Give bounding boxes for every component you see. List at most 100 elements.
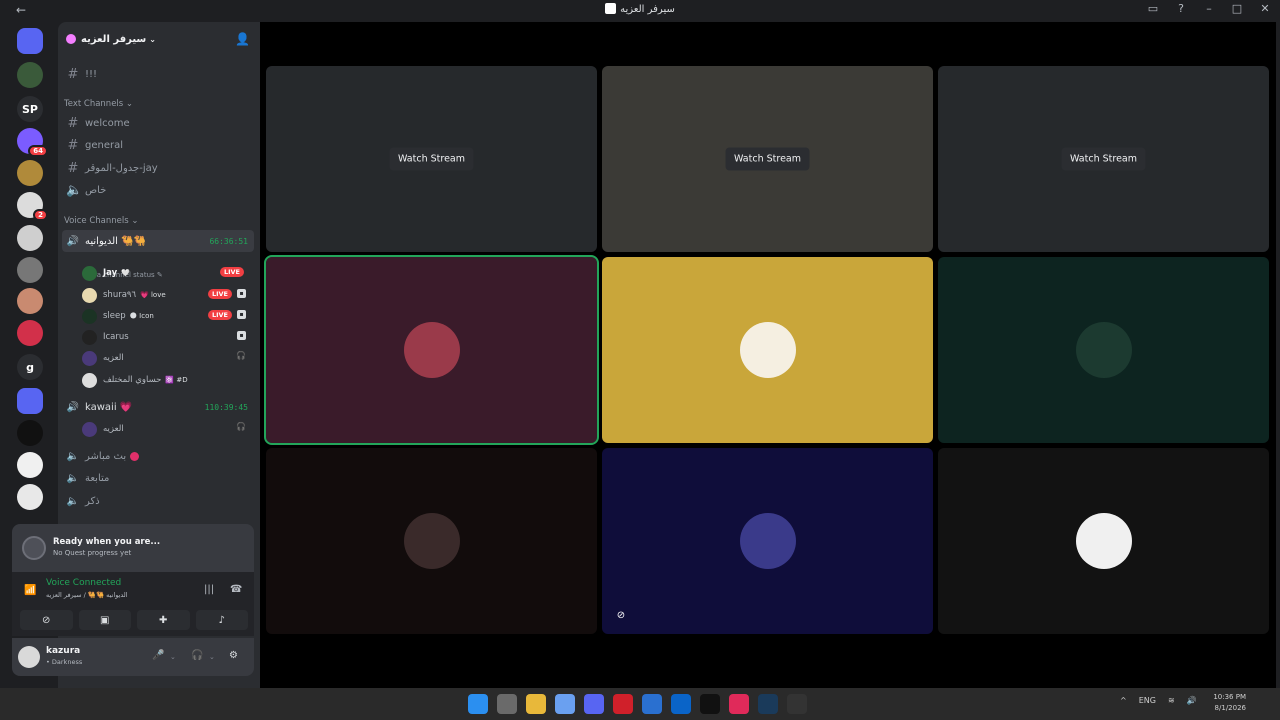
voice-channel-kawaii[interactable]: 🔊 kawaii 💗 110:39:45 <box>62 397 254 417</box>
server-icon[interactable]: 2 <box>17 192 48 221</box>
quest-icon <box>22 536 46 560</box>
voice-category[interactable]: Voice Channels ⌄ <box>64 216 138 226</box>
camera-icon: ▪ <box>237 289 246 298</box>
live-dot <box>130 451 140 461</box>
server-icon[interactable] <box>17 257 43 283</box>
opera-icon[interactable] <box>613 694 633 714</box>
clock[interactable]: 10:36 PM 8/1/2026 <box>1213 692 1246 714</box>
volume-icon[interactable]: 🔊 <box>1187 696 1197 705</box>
disconnect-icon[interactable]: ☎ <box>230 584 242 595</box>
server-icon[interactable] <box>17 320 43 346</box>
epic-games-icon[interactable] <box>700 694 720 714</box>
voice-member[interactable]: sleep 🌑 Icon LIVE ▪ <box>82 306 252 326</box>
discord-app-icon[interactable] <box>584 694 604 714</box>
server-icon[interactable]: SP <box>17 96 43 122</box>
channel-private[interactable]: 🔈 خاص <box>62 180 254 200</box>
participant-tile[interactable] <box>266 448 597 634</box>
tiktok-icon[interactable] <box>729 694 749 714</box>
voice-member[interactable]: العزيه 🎧 <box>82 419 252 439</box>
maximize-button[interactable]: □ <box>1230 2 1244 15</box>
activities-button[interactable]: ✚ <box>137 610 190 630</box>
server-icon[interactable] <box>17 388 43 414</box>
channel-partial[interactable]: #!!! <box>62 64 254 84</box>
start-icon[interactable] <box>468 694 488 714</box>
channel-general[interactable]: # general <box>62 135 254 155</box>
participant-tile[interactable] <box>602 257 933 443</box>
server-icon[interactable]: g <box>17 354 43 380</box>
text-category[interactable]: Text Channels ⌄ <box>64 99 133 109</box>
server-icon[interactable] <box>17 484 43 510</box>
channel-schedule[interactable]: # جدول-الموقر-jay <box>62 158 254 178</box>
taskbar-apps <box>468 694 807 714</box>
title-bar: ← سيرفر العزيه ▭ ? – □ ✕ <box>0 0 1280 22</box>
soundboard-button[interactable]: ♪ <box>195 610 248 630</box>
channel-welcome[interactable]: # welcome <box>62 113 254 133</box>
stream-tile[interactable]: Watch Stream <box>266 66 597 252</box>
language-indicator[interactable]: ENG <box>1139 696 1156 705</box>
server-icon[interactable] <box>17 62 43 88</box>
camera-off-button[interactable]: ⊘ <box>20 610 73 630</box>
headphones-icon[interactable]: 🎧 <box>191 650 203 661</box>
speaker-icon: 🔈 <box>66 495 80 507</box>
screen-share-button[interactable]: ▣ <box>78 610 131 630</box>
voice-channel-live[interactable]: 🔈 بث مباشر <box>62 446 254 466</box>
voice-channel-diwaniya[interactable]: 🔊 الديوانيه 🐫🐫 66:36:51 <box>62 230 254 252</box>
outlook-icon[interactable] <box>671 694 691 714</box>
settings-app-icon[interactable] <box>497 694 517 714</box>
inbox-icon[interactable]: ▭ <box>1146 2 1160 15</box>
server-icon[interactable] <box>17 225 43 251</box>
voice-member[interactable]: shura٩٦ 💗 love LIVE ▪ <box>82 285 252 305</box>
stream-tile[interactable]: Watch Stream <box>602 66 933 252</box>
voice-connected-label[interactable]: Voice Connected <box>46 578 121 588</box>
participant-tile[interactable] <box>938 257 1269 443</box>
notepad-icon[interactable] <box>642 694 662 714</box>
notification-badge: 64 <box>28 145 48 157</box>
chevron-down-icon[interactable]: ⌄ <box>170 653 176 661</box>
chevron-down-icon[interactable]: ⌄ <box>209 653 215 661</box>
chevron-up-icon[interactable]: ^ <box>1120 696 1127 705</box>
voice-location[interactable]: الديوانيه 🐫🐫 / سيرفر العزيه <box>46 591 128 599</box>
hash-icon: # <box>67 66 79 82</box>
copilot-icon[interactable] <box>555 694 575 714</box>
watch-stream-button[interactable]: Watch Stream <box>1061 147 1146 171</box>
voice-member[interactable]: العزيه 🎧 <box>82 348 252 368</box>
wifi-icon[interactable]: ≋ <box>1168 696 1175 705</box>
server-icon[interactable]: 64 <box>17 128 48 157</box>
discord-home-icon[interactable] <box>17 28 43 54</box>
close-button[interactable]: ✕ <box>1258 2 1272 15</box>
quest-panel[interactable]: Ready when you are... No Quest progress … <box>12 524 254 572</box>
server-header[interactable]: سيرفر العزيه ⌄ 👤 <box>58 22 260 56</box>
watch-stream-button[interactable]: Watch Stream <box>725 147 810 171</box>
steam-icon[interactable] <box>758 694 778 714</box>
quest-title: Ready when you are... <box>53 537 161 547</box>
voice-channel-dhikr[interactable]: 🔈 ذكر <box>62 491 254 511</box>
system-tray: ^ ENG ≋ 🔊 <box>1120 696 1197 705</box>
server-icon[interactable] <box>17 288 43 314</box>
voice-member[interactable]: Icarus ▪ <box>82 327 252 347</box>
server-icon[interactable] <box>17 160 43 186</box>
participant-tile[interactable] <box>938 448 1269 634</box>
camera-icon: ▪ <box>237 310 246 319</box>
invite-icon[interactable]: 👤 <box>235 32 250 46</box>
avatar[interactable] <box>18 646 40 668</box>
microphone-icon[interactable]: 🎤 <box>152 650 164 661</box>
back-arrow-icon[interactable]: ← <box>16 3 26 17</box>
settings-gear-icon[interactable]: ⚙ <box>229 650 238 661</box>
minimize-button[interactable]: – <box>1202 2 1216 15</box>
noise-suppression-icon[interactable]: ||| <box>204 584 214 595</box>
voice-channel-follow[interactable]: 🔈 متابعة <box>62 468 254 488</box>
signal-icon[interactable]: 📶 <box>24 585 36 596</box>
participant-tile[interactable] <box>264 255 599 445</box>
server-icon[interactable] <box>17 420 43 446</box>
participant-tile[interactable]: ⊘ <box>602 448 933 634</box>
help-icon[interactable]: ? <box>1174 2 1188 15</box>
stream-tile[interactable]: Watch Stream <box>938 66 1269 252</box>
server-icon[interactable] <box>17 452 43 478</box>
voice-member[interactable]: حساوي المختلف ⚛️ #D <box>82 370 252 390</box>
file-explorer-icon[interactable] <box>526 694 546 714</box>
watch-stream-button[interactable]: Watch Stream <box>389 147 474 171</box>
voice-member[interactable]: Jay 🤍 LIVE <box>82 263 252 283</box>
speaker-icon: 🔈 <box>66 450 80 462</box>
app-icon[interactable] <box>787 694 807 714</box>
username[interactable]: kazura <box>46 646 80 656</box>
